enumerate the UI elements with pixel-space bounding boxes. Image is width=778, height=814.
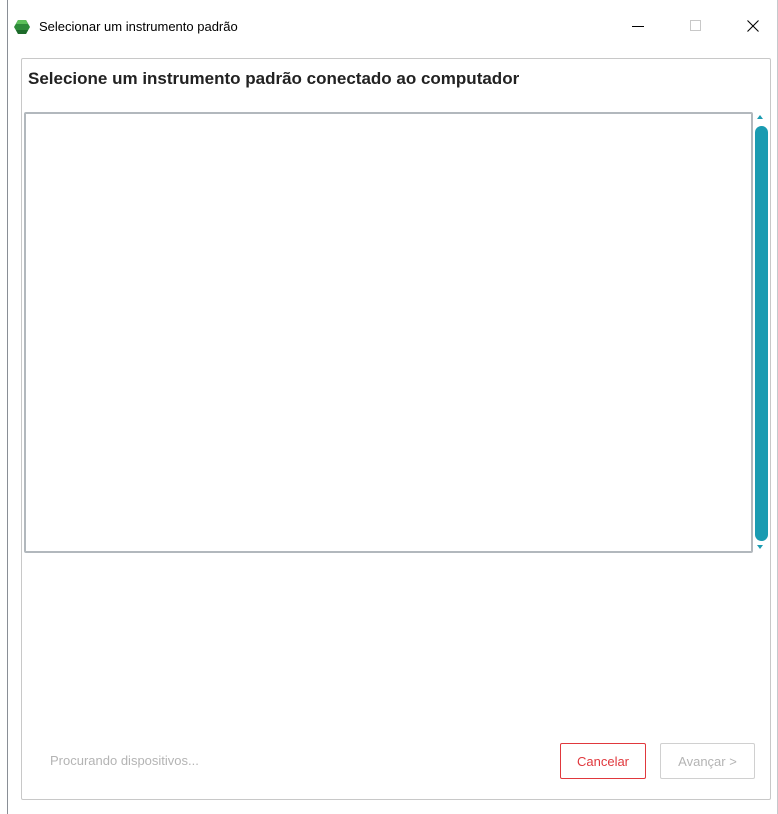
scroll-up-arrow-icon[interactable] (757, 115, 763, 119)
status-text: Procurando dispositivos... (50, 753, 199, 768)
next-button[interactable]: Avançar > (660, 743, 755, 779)
close-icon (747, 19, 759, 37)
cancel-button[interactable]: Cancelar (560, 743, 646, 779)
app-icon (12, 17, 32, 37)
window-left-border (7, 0, 8, 814)
minimize-button[interactable] (615, 8, 661, 48)
window-title: Selecionar um instrumento padrão (39, 19, 238, 34)
page-heading: Selecione um instrumento padrão conectad… (28, 69, 520, 88)
scrollbar-thumb[interactable] (755, 126, 768, 541)
maximize-button[interactable] (673, 8, 719, 48)
close-button[interactable] (730, 8, 776, 48)
scroll-down-arrow-icon[interactable] (757, 545, 763, 549)
device-list[interactable] (24, 112, 753, 553)
maximize-icon (690, 19, 702, 37)
title-bar[interactable]: Selecionar um instrumento padrão (8, 8, 777, 48)
minimize-icon (632, 19, 644, 37)
dialog-window: Selecionar um instrumento padrão Selecio… (0, 0, 778, 814)
